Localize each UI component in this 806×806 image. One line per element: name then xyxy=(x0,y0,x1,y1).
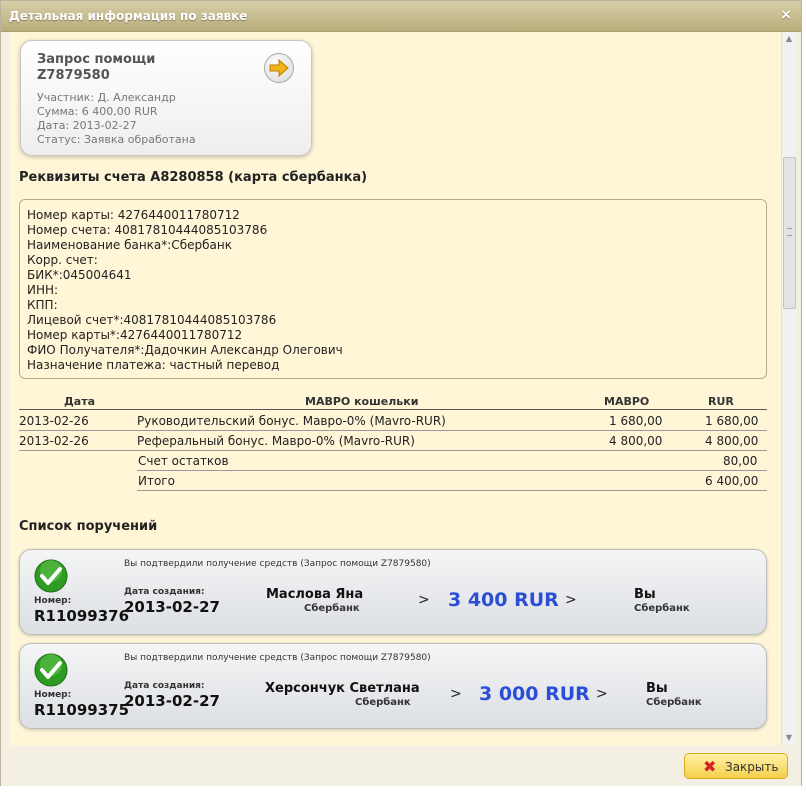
order-date: 2013-02-27 xyxy=(124,598,220,616)
row-date: 2013-02-26 xyxy=(19,434,89,448)
detail-line: ИНН: xyxy=(27,283,59,297)
order-number: R11099376 xyxy=(34,607,130,625)
request-id: Z7879580 xyxy=(37,68,110,83)
detail-line: Номер карты*:4276440011780712 xyxy=(27,328,243,342)
detail-line: КПП: xyxy=(27,298,58,312)
detail-line: Номер карты: 4276440011780712 xyxy=(27,208,240,222)
balance-rule xyxy=(137,470,767,471)
row-wallet: Руководительский бонус. Мавро-0% (Mavro-… xyxy=(137,414,446,428)
row-mavro: 4 800,00 xyxy=(609,434,663,448)
order-date-label: Дата создания: xyxy=(124,681,205,691)
balance-label: Счет остатков xyxy=(138,454,229,468)
arrow-right-icon xyxy=(269,59,289,77)
order-date: 2013-02-27 xyxy=(124,692,220,710)
detail-line: Назначение платежа: частный перевод xyxy=(27,358,280,372)
open-request-button[interactable] xyxy=(264,53,294,83)
sender-name: Маслова Яна xyxy=(266,587,364,602)
order-date-label: Дата создания: xyxy=(124,587,205,597)
order-number: R11099375 xyxy=(34,701,130,719)
scrollbar-thumb[interactable] xyxy=(783,157,796,309)
detail-line: ФИО Получателя*:Дадочкин Александр Олего… xyxy=(27,343,343,357)
window-title: Детальная информация по заявке xyxy=(9,9,248,23)
transfer-arrow: > xyxy=(596,686,608,702)
check-icon xyxy=(34,559,68,593)
close-button-label: Закрыть xyxy=(725,760,779,774)
account-heading: Реквизиты счета A8280858 (карта сбербанк… xyxy=(19,170,368,185)
detail-line: Лицевой счет*:40817810444085103786 xyxy=(27,313,277,327)
order-card[interactable]: Вы подтвердили получение средств (Запрос… xyxy=(19,549,767,635)
transfer-arrow: > xyxy=(450,686,462,702)
scroll-down-icon[interactable]: ▼ xyxy=(782,731,796,745)
request-title: Запрос помощи Z7879580 xyxy=(37,52,237,84)
order-note: Вы подтвердили получение средств (Запрос… xyxy=(124,653,431,663)
order-card[interactable]: Вы подтвердили получение средств (Запрос… xyxy=(19,643,767,729)
balance-value: 80,00 xyxy=(723,454,758,468)
close-button[interactable]: ✖ Закрыть xyxy=(684,753,788,779)
table-header-rule xyxy=(19,409,767,410)
title-bar: Детальная информация по заявке × xyxy=(1,1,801,32)
request-sum: Сумма: 6 400,00 RUR xyxy=(37,105,158,118)
col-header-mavro: МАВРО xyxy=(604,395,650,408)
transfer-arrow: > xyxy=(565,592,577,608)
sender-name: Херсончук Светлана xyxy=(265,681,420,696)
close-icon[interactable]: × xyxy=(780,7,792,23)
dialog-footer: ✖ Закрыть xyxy=(1,746,801,786)
order-amount: 3 400 RUR xyxy=(448,589,559,611)
col-header-wallets: МАВРО кошельки xyxy=(305,395,419,408)
total-value: 6 400,00 xyxy=(705,474,759,488)
request-date: Дата: 2013-02-27 xyxy=(37,119,137,132)
account-details-box: Номер карты: 4276440011780712 Номер счет… xyxy=(19,199,767,379)
row-rur: 4 800,00 xyxy=(705,434,759,448)
recipient-name: Вы xyxy=(634,587,656,602)
order-note: Вы подтвердили получение средств (Запрос… xyxy=(124,559,431,569)
dialog-content: Запрос помощи Z7879580 Участник: Д. Алек… xyxy=(9,32,781,745)
col-header-date: Дата xyxy=(64,395,96,408)
sender-bank: Сбербанк xyxy=(355,697,411,708)
row-rur: 1 680,00 xyxy=(705,414,759,428)
detail-line: Корр. счет: xyxy=(27,253,98,267)
recipient-bank: Сбербанк xyxy=(646,697,702,708)
detail-line: Номер счета: 40817810444085103786 xyxy=(27,223,268,237)
total-rule xyxy=(137,490,767,491)
sender-bank: Сбербанк xyxy=(304,603,360,614)
row-wallet: Реферальный бонус. Мавро-0% (Mavro-RUR) xyxy=(137,434,415,448)
scroll-up-icon[interactable]: ▲ xyxy=(782,32,796,46)
order-number-label: Номер: xyxy=(34,596,72,606)
detail-line: БИК*:045004641 xyxy=(27,268,132,282)
request-card: Запрос помощи Z7879580 Участник: Д. Алек… xyxy=(20,40,312,156)
row-rule xyxy=(19,430,767,431)
col-header-rur: RUR xyxy=(708,395,734,408)
request-status: Статус: Заявка обработана xyxy=(37,133,196,146)
transfer-arrow: > xyxy=(418,592,430,608)
request-title-line1: Запрос помощи xyxy=(37,52,156,67)
detail-line: Наименование банка*:Сбербанк xyxy=(27,238,232,252)
dialog-window: Детальная информация по заявке × Запрос … xyxy=(0,0,802,786)
close-x-icon: ✖ xyxy=(703,757,717,776)
recipient-name: Вы xyxy=(646,681,668,696)
request-participant: Участник: Д. Александр xyxy=(37,91,176,104)
check-icon xyxy=(34,653,68,687)
vertical-scrollbar[interactable]: ▲ ▼ xyxy=(781,32,796,745)
row-rule xyxy=(19,450,767,451)
order-number-label: Номер: xyxy=(34,690,72,700)
recipient-bank: Сбербанк xyxy=(634,603,690,614)
total-label: Итого xyxy=(138,474,175,488)
order-amount: 3 000 RUR xyxy=(479,683,590,705)
orders-heading: Список поручений xyxy=(19,519,158,534)
row-date: 2013-02-26 xyxy=(19,414,89,428)
row-mavro: 1 680,00 xyxy=(609,414,663,428)
